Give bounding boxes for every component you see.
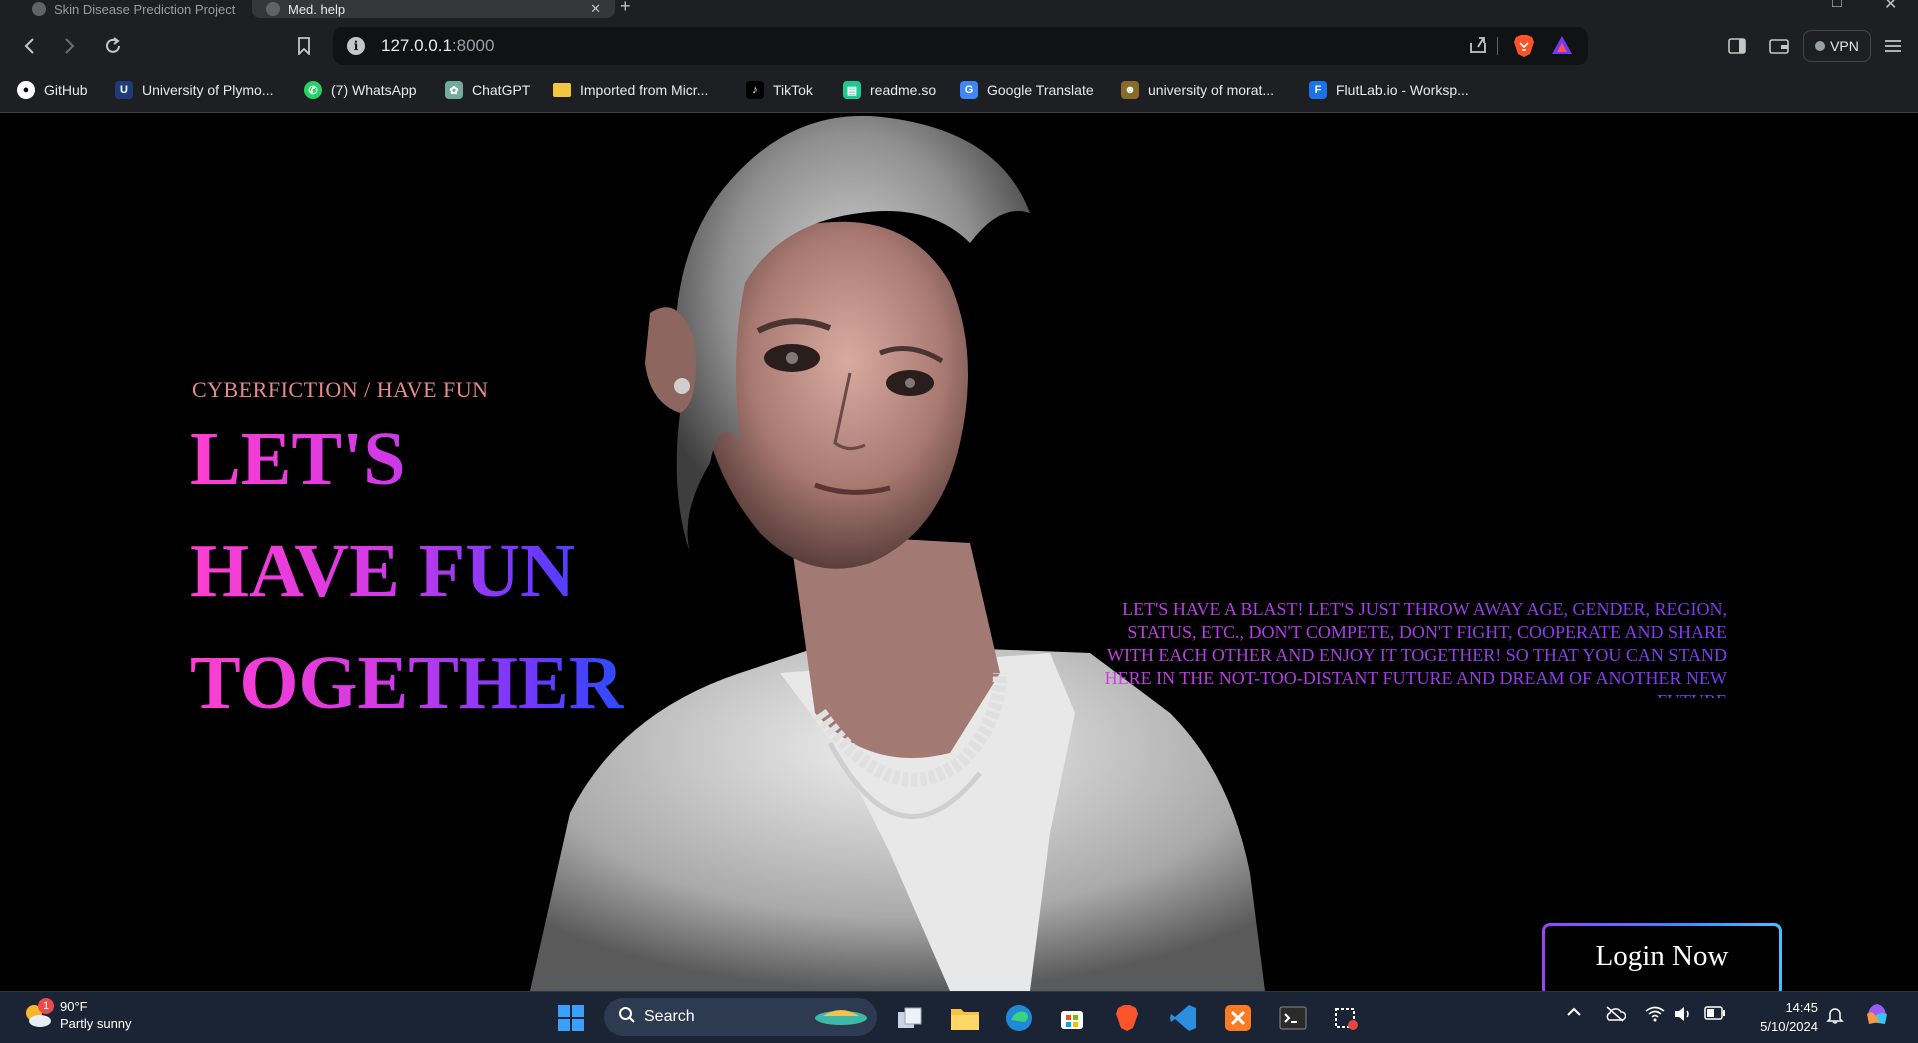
- browser-toolbar: i 127.0.0.1:8000 VPN: [0, 22, 1918, 70]
- task-view-icon[interactable]: [893, 1001, 927, 1035]
- onedrive-offline-icon[interactable]: [1604, 1006, 1627, 1025]
- brave-browser-icon[interactable]: [1110, 1001, 1144, 1035]
- bookmark-tiktok[interactable]: ♪ TikTok: [746, 79, 813, 101]
- chatgpt-icon: ✿: [445, 81, 463, 99]
- microsoft-store-icon[interactable]: [1055, 1001, 1089, 1035]
- headline-line: LET'S: [190, 417, 406, 501]
- start-windows-icon[interactable]: [554, 1001, 588, 1035]
- address-bar-divider: [1497, 37, 1498, 55]
- bookmark-whatsapp[interactable]: ✆ (7) WhatsApp: [304, 79, 417, 101]
- vpn-status-icon: [1815, 41, 1826, 51]
- copilot-icon[interactable]: [1863, 1000, 1891, 1031]
- tab-skin-disease[interactable]: Skin Disease Prediction Project: [18, 0, 271, 18]
- tab-favicon-icon: [32, 2, 46, 16]
- search-label: Search: [644, 1008, 695, 1025]
- close-window-icon[interactable]: ✕: [1884, 0, 1897, 14]
- description-line: LET'S HAVE A BLAST! LET'S JUST THROW AWA…: [1122, 599, 1727, 619]
- brave-rewards-icon[interactable]: [1551, 35, 1573, 60]
- bookmarks-bar: ● GitHub U University of Plymo... ✆ (7) …: [0, 70, 1918, 113]
- flutlab-icon: F: [1309, 81, 1327, 99]
- bookmark-icon[interactable]: [292, 34, 316, 58]
- description-line: FUTURE: [1040, 690, 1727, 698]
- login-now-button[interactable]: Login Now: [1542, 923, 1782, 991]
- sidebar-toggle-icon[interactable]: [1725, 34, 1749, 58]
- xampp-icon[interactable]: [1221, 1001, 1255, 1035]
- new-tab-icon[interactable]: +: [620, 0, 631, 17]
- university-crest-icon: U: [115, 81, 133, 99]
- hero-description: LET'S HAVE A BLAST! LET'S JUST THROW AWA…: [1040, 598, 1727, 698]
- hero-headline: LET'S HAVE FUN TOGETHER: [190, 403, 624, 739]
- terminal-icon[interactable]: [1276, 1001, 1310, 1035]
- weather-widget[interactable]: 1 90°F Partly sunny: [22, 998, 132, 1032]
- bookmark-imported-folder[interactable]: Imported from Micr...: [553, 79, 708, 101]
- brave-shields-icon[interactable]: [1513, 34, 1535, 63]
- search-icon: [618, 1006, 636, 1029]
- weather-temp: 90°F: [60, 999, 88, 1014]
- vscode-icon[interactable]: [1166, 1001, 1200, 1035]
- partly-sunny-icon: 1: [22, 998, 54, 1030]
- bookmark-university-plymouth[interactable]: U University of Plymo...: [115, 79, 273, 101]
- clock-date: 5/10/2024: [1760, 1019, 1818, 1034]
- forward-arrow-icon[interactable]: [58, 34, 82, 58]
- bookmark-google-translate[interactable]: G Google Translate: [960, 79, 1094, 101]
- tiktok-icon: ♪: [746, 81, 764, 99]
- address-bar-url[interactable]: 127.0.0.1:8000: [381, 36, 494, 56]
- weather-condition: Partly sunny: [60, 1016, 132, 1031]
- file-explorer-icon[interactable]: [948, 1001, 982, 1035]
- reload-icon[interactable]: [101, 34, 125, 58]
- vpn-label: VPN: [1830, 38, 1859, 54]
- translate-icon: G: [960, 81, 978, 99]
- site-info-icon[interactable]: i: [347, 37, 365, 55]
- snipping-tool-icon[interactable]: [1330, 1001, 1364, 1035]
- tab-favicon-icon: [266, 2, 280, 16]
- tab-title: Skin Disease Prediction Project: [54, 1, 236, 17]
- bookmark-chatgpt[interactable]: ✿ ChatGPT: [445, 79, 530, 101]
- system-clock[interactable]: 14:45 5/10/2024: [1740, 998, 1818, 1036]
- character-portrait-image: [530, 115, 1265, 991]
- wifi-icon[interactable]: [1645, 1006, 1665, 1025]
- hero-subtitle: CYBERFICTION / HAVE FUN: [192, 377, 489, 402]
- web-page: CYBERFICTION / HAVE FUN LET'S HAVE FUN T…: [0, 113, 1918, 991]
- clock-time: 14:45: [1785, 1000, 1818, 1015]
- whatsapp-icon: ✆: [304, 81, 322, 99]
- menu-icon[interactable]: [1881, 34, 1905, 58]
- bookmark-flutlab[interactable]: F FlutLab.io - Worksp...: [1309, 79, 1469, 101]
- show-hidden-icons-chevron-icon[interactable]: [1566, 1006, 1582, 1021]
- volume-icon[interactable]: [1674, 1006, 1692, 1025]
- folder-icon: [553, 83, 571, 97]
- share-icon[interactable]: [1468, 35, 1488, 60]
- description-line: HERE IN THE NOT-TOO-DISTANT FUTURE AND D…: [1104, 668, 1727, 688]
- readme-icon: ▤: [843, 81, 861, 99]
- maximize-window-icon[interactable]: □: [1832, 0, 1842, 12]
- bookmark-university-moratuwa[interactable]: ☻ university of morat...: [1121, 79, 1274, 101]
- bookmark-github[interactable]: ● GitHub: [17, 79, 88, 101]
- search-highlight-icon: [813, 1004, 869, 1031]
- wallet-icon[interactable]: [1767, 34, 1791, 58]
- tab-med-help[interactable]: Med. help ✕: [252, 0, 615, 18]
- taskbar-search-box[interactable]: Search: [604, 998, 877, 1036]
- description-line: WITH EACH OTHER AND ENJOY IT TOGETHER! S…: [1106, 645, 1727, 665]
- vpn-button[interactable]: VPN: [1803, 30, 1871, 62]
- bookmark-readme[interactable]: ▤ readme.so: [843, 79, 936, 101]
- github-icon: ●: [17, 81, 35, 99]
- headline-line: TOGETHER: [190, 641, 624, 725]
- browser-tab-strip: Skin Disease Prediction Project Med. hel…: [0, 0, 1918, 22]
- notifications-bell-icon[interactable]: [1826, 1006, 1844, 1027]
- edge-browser-icon[interactable]: [1002, 1001, 1036, 1035]
- battery-icon[interactable]: [1704, 1006, 1726, 1023]
- tab-title: Med. help: [288, 1, 346, 17]
- address-bar[interactable]: i 127.0.0.1:8000: [333, 27, 1588, 65]
- description-line: STATUS, ETC., DON'T COMPETE, DON'T FIGHT…: [1127, 622, 1727, 642]
- university-logo-icon: ☻: [1121, 81, 1139, 99]
- headline-line: HAVE FUN: [190, 529, 575, 613]
- windows-taskbar: 1 90°F Partly sunny Search 14:45 5/10/20…: [0, 991, 1918, 1043]
- back-arrow-icon[interactable]: [17, 34, 41, 58]
- close-tab-icon[interactable]: ✕: [590, 1, 601, 17]
- weather-badge: 1: [38, 998, 54, 1014]
